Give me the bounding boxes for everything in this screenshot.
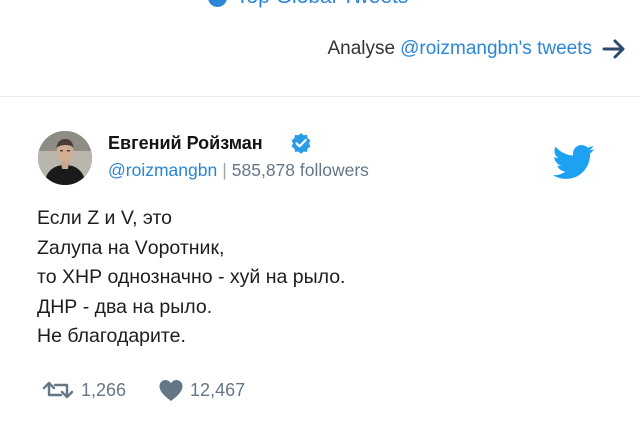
- twitter-bird-icon[interactable]: [548, 140, 598, 184]
- analyse-prefix: Analyse: [327, 38, 396, 59]
- like-count: 12,467: [190, 379, 246, 400]
- tweet-line: Не благодарите.: [37, 325, 186, 347]
- analyse-tweets-link[interactable]: Analyse @roizmangbn's tweets: [328, 38, 627, 60]
- arrow-right-icon: [602, 39, 626, 59]
- followers-count: 585,878 followers: [231, 160, 369, 180]
- card-divider: [0, 96, 640, 97]
- retweet-count: 1,266: [81, 379, 127, 400]
- top-global-tweets-label: Top Global Tweets: [236, 0, 408, 9]
- verified-badge-icon: [290, 132, 312, 154]
- author-name[interactable]: Евгений Ройзман: [108, 133, 263, 154]
- analyse-handle: @roizmangbn's tweets: [400, 38, 592, 59]
- meta-separator: |: [222, 160, 227, 180]
- tweet-line: Если Z и V, это: [37, 207, 172, 229]
- retweet-button[interactable]: 1,266: [41, 380, 126, 401]
- retweet-icon: [42, 381, 74, 399]
- tweet-analysis-page: Top Global Tweets Analyse @roizmangbn's …: [0, 0, 640, 421]
- author-handle[interactable]: @roizmangbn: [108, 160, 217, 180]
- tweet-line: ДНР - два на рыло.: [37, 295, 213, 318]
- tweet-line: Zалупа на Vоротник,: [37, 236, 225, 259]
- tweet-actions: 1,266 12,467: [41, 377, 245, 403]
- tweet-text: Если Z и V, это Zалупа на Vоротник, то Х…: [37, 204, 345, 352]
- avatar[interactable]: [38, 131, 92, 185]
- tweet-line: то ХНР однозначно - хуй на рыло.: [37, 266, 346, 288]
- globe-icon: [208, 0, 227, 7]
- heart-icon: [159, 379, 183, 401]
- top-global-tweets-header[interactable]: Top Global Tweets: [208, 0, 408, 8]
- like-button[interactable]: 12,467: [158, 379, 245, 402]
- author-meta: @roizmangbn | 585,878 followers: [108, 160, 369, 181]
